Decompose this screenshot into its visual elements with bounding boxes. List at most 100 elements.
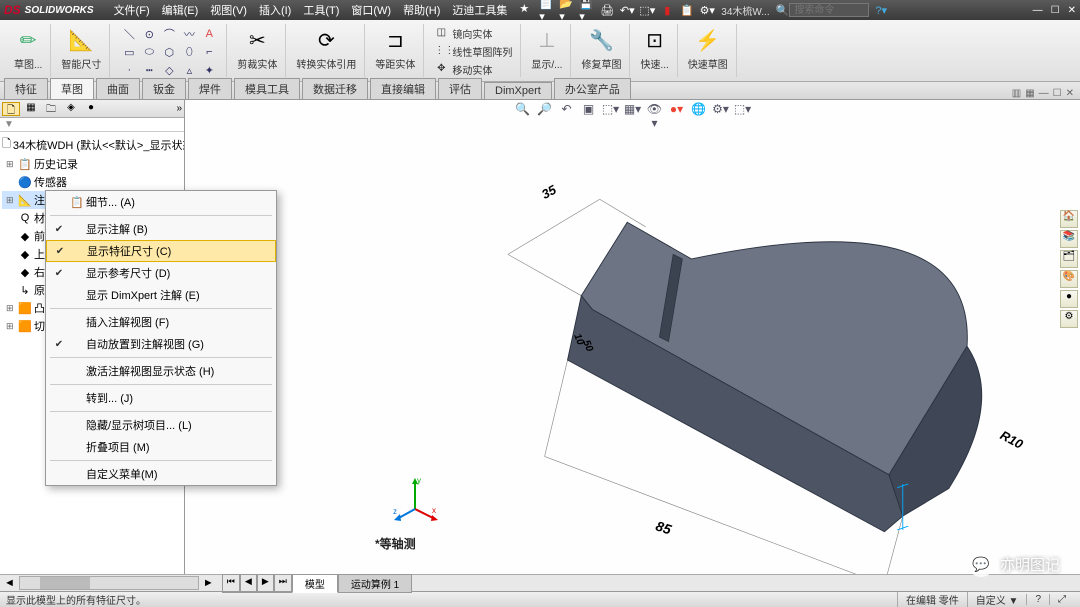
point-tool-icon[interactable]: ·: [120, 62, 138, 78]
gear-icon[interactable]: ⚙▾: [699, 2, 715, 18]
tree-tab-dimxpert[interactable]: ◈: [62, 102, 80, 116]
status-expand-icon[interactable]: ⤢: [1049, 594, 1074, 605]
apply-scene-icon[interactable]: 🌐: [690, 102, 708, 120]
repair-sketch-button[interactable]: 🔧 修复草图: [581, 26, 621, 71]
scroll-right-icon[interactable]: ►: [199, 577, 218, 589]
tab-office[interactable]: 办公室产品: [554, 78, 631, 99]
display-style-icon[interactable]: ▦▾: [624, 102, 642, 120]
tab-moldtools[interactable]: 模具工具: [234, 78, 300, 99]
zoom-area-icon[interactable]: 🔎: [536, 102, 554, 120]
taskpane-library-icon[interactable]: 📚: [1060, 230, 1078, 248]
tree-tab-featuremanager[interactable]: 🗋: [2, 102, 20, 116]
expander-icon[interactable]: ⊞: [6, 195, 16, 206]
more-tool-icon[interactable]: ✦: [200, 62, 218, 78]
status-units-icon[interactable]: ?: [1026, 594, 1049, 605]
menu-view[interactable]: 视图(V): [210, 2, 247, 18]
viewport-tile-icon[interactable]: ▦: [1025, 88, 1034, 99]
scroll-left-icon[interactable]: ◄: [0, 577, 19, 589]
new-icon[interactable]: 📄▾: [539, 2, 555, 18]
menu-edit[interactable]: 编辑(E): [162, 2, 199, 18]
tree-node-sensors[interactable]: 🔵 传感器: [2, 173, 182, 191]
cm-insert-annotation-view[interactable]: 插入注解视图 (F): [46, 311, 276, 333]
sketch-button[interactable]: ✏ 草图...: [14, 26, 42, 71]
zoom-fit-icon[interactable]: 🔍: [514, 102, 532, 120]
trim-button[interactable]: ✂ 剪裁实体: [237, 26, 277, 71]
text-tool-icon[interactable]: A: [200, 26, 218, 42]
tab-sketch[interactable]: 草图: [50, 78, 94, 99]
spline-tool-icon[interactable]: 〰: [180, 26, 198, 42]
taskpane-home-icon[interactable]: 🏠: [1060, 210, 1078, 228]
polygon-tool-icon[interactable]: ⬡: [160, 44, 178, 60]
slot-tool-icon[interactable]: ⬭: [140, 44, 158, 60]
section-view-icon[interactable]: ▣: [580, 102, 598, 120]
tab-weldments[interactable]: 焊件: [188, 78, 232, 99]
menu-window[interactable]: 窗口(W): [351, 2, 391, 18]
print-icon[interactable]: 🖨: [599, 2, 615, 18]
cm-customize-menu[interactable]: 自定义菜单(M): [46, 463, 276, 485]
tree-tab-display[interactable]: ●: [82, 102, 100, 116]
offset-entities-button[interactable]: ⊐ 等距实体: [375, 26, 415, 71]
line-tool-icon[interactable]: ＼: [120, 26, 138, 42]
menu-maidi[interactable]: 迈迪工具集: [452, 2, 507, 18]
expander-icon[interactable]: ⊞: [6, 321, 16, 332]
search-input[interactable]: [789, 3, 869, 17]
arc-tool-icon[interactable]: ⌒: [160, 26, 178, 42]
rebuild-icon[interactable]: ▮: [659, 2, 675, 18]
hide-show-icon[interactable]: 👁▾: [646, 102, 664, 120]
cm-goto[interactable]: 转到... (J): [46, 387, 276, 409]
menu-insert[interactable]: 插入(I): [259, 2, 291, 18]
tree-tab-propertymanager[interactable]: ▦: [22, 102, 40, 116]
tab-evaluate[interactable]: 评估: [438, 78, 482, 99]
select-icon[interactable]: ⬚▾: [639, 2, 655, 18]
tab-nav-prev-icon[interactable]: ◀: [240, 574, 257, 593]
view-axes-icon[interactable]: ⬚▾: [734, 102, 752, 120]
cm-details[interactable]: 📋细节... (A): [46, 191, 276, 213]
quick-snap-button[interactable]: ⊡ 快速...: [640, 26, 668, 71]
convert-entities-button[interactable]: ⟳ 转换实体引用: [296, 26, 356, 71]
cm-show-feature-dimensions[interactable]: ✔显示特征尺寸 (C): [46, 240, 276, 262]
taskpane-palette-icon[interactable]: 🎨: [1060, 270, 1078, 288]
circle-tool-icon[interactable]: ⊙: [140, 26, 158, 42]
tab-sheetmetal[interactable]: 钣金: [142, 78, 186, 99]
menu-file[interactable]: 文件(F): [114, 2, 150, 18]
centerline-tool-icon[interactable]: ┅: [140, 62, 158, 78]
cm-activate-display-state[interactable]: 激活注解视图显示状态 (H): [46, 360, 276, 382]
previous-view-icon[interactable]: ↶: [558, 102, 576, 120]
tab-directedit[interactable]: 直接编辑: [370, 78, 436, 99]
tab-features[interactable]: 特征: [4, 78, 48, 99]
bottom-tab-motion[interactable]: 运动算例 1: [338, 574, 412, 593]
tree-node-history[interactable]: ⊞ 📋 历史记录: [2, 155, 182, 173]
mirror-entities-button[interactable]: ◫镜向实体: [434, 26, 512, 41]
display-button[interactable]: ⊥ 显示/...: [531, 26, 562, 71]
menu-help[interactable]: 帮助(H): [403, 2, 440, 18]
tree-tab-configuration[interactable]: 🗀: [42, 102, 60, 116]
tree-root-node[interactable]: 🗋 34木梳WDH (默认<<默认>_显示状态: [2, 134, 182, 155]
plane-tool-icon[interactable]: ◇: [160, 62, 178, 78]
cm-show-annotations[interactable]: ✔显示注解 (B): [46, 218, 276, 240]
cm-auto-place[interactable]: ✔自动放置到注解视图 (G): [46, 333, 276, 355]
move-entities-button[interactable]: ✥移动实体: [434, 62, 512, 77]
taskpane-custom-icon[interactable]: ⚙: [1060, 310, 1078, 328]
view-orientation-icon[interactable]: ⬚▾: [602, 102, 620, 120]
viewport-restore-icon[interactable]: ☐: [1053, 88, 1062, 99]
tab-nav-last-icon[interactable]: ⏭: [274, 574, 292, 593]
edit-appearance-icon[interactable]: ●▾: [668, 102, 686, 120]
maximize-icon[interactable]: ☐: [1051, 5, 1060, 16]
viewport-menu-icon[interactable]: ▥: [1012, 88, 1021, 99]
graphics-viewport[interactable]: 🔍 🔎 ↶ ▣ ⬚▾ ▦▾ 👁▾ ●▾ 🌐 ⚙▾ ⬚▾: [185, 100, 1080, 574]
taskpane-appearance-icon[interactable]: ●: [1060, 290, 1078, 308]
horizontal-scrollbar[interactable]: [19, 576, 199, 590]
viewport-close-icon[interactable]: ✕: [1066, 88, 1074, 99]
rapid-sketch-button[interactable]: ⚡ 快速草图: [688, 26, 728, 71]
cm-show-dimxpert[interactable]: 显示 DimXpert 注解 (E): [46, 284, 276, 306]
save-icon[interactable]: 💾▾: [579, 2, 595, 18]
tab-nav-next-icon[interactable]: ▶: [257, 574, 274, 593]
cm-collapse-items[interactable]: 折叠项目 (M): [46, 436, 276, 458]
tree-expand-icon[interactable]: »: [176, 103, 182, 114]
expander-icon[interactable]: ⊞: [6, 303, 16, 314]
open-icon[interactable]: 📂▾: [559, 2, 575, 18]
viewport-minimize-icon[interactable]: —: [1039, 88, 1049, 99]
linear-pattern-button[interactable]: ⋮⋮线性草图阵列: [434, 44, 512, 59]
help-icon[interactable]: ?▾: [875, 4, 887, 17]
undo-icon[interactable]: ↶▾: [619, 2, 635, 18]
